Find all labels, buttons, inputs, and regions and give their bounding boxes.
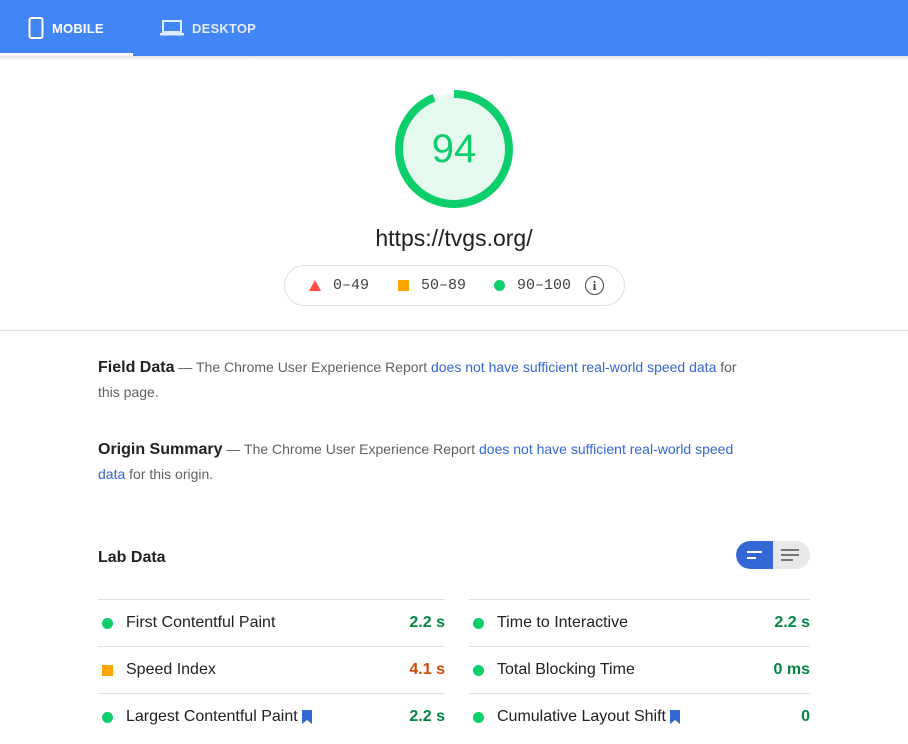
metric-view-toggle (736, 541, 810, 569)
field-data-title: Field Data (98, 359, 175, 376)
metric-name: Speed Index (126, 661, 216, 678)
fail-triangle-icon (309, 280, 321, 291)
expanded-view-button[interactable] (773, 541, 810, 569)
origin-summary-section: Origin Summary — The Chrome User Experie… (98, 437, 748, 487)
metric-value: 0 ms (773, 661, 810, 678)
legend-fail-range: 0–49 (333, 277, 370, 294)
metric-first-contentful-paint: First Contentful Paint 2.2 s (98, 599, 445, 646)
legend-average: 50–89 (398, 277, 466, 294)
metric-time-to-interactive: Time to Interactive 2.2 s (469, 599, 810, 646)
metric-name: First Contentful Paint (126, 614, 276, 631)
origin-summary-prefix: — The Chrome User Experience Report (222, 441, 479, 457)
bookmark-icon (669, 710, 680, 724)
legend-pass: 90–100 (494, 277, 571, 294)
tab-mobile-label: MOBILE (52, 20, 104, 36)
metric-status-icon (102, 711, 113, 723)
tab-desktop[interactable]: DESKTOP (160, 0, 256, 56)
bookmark-icon (301, 710, 312, 724)
section-divider (0, 330, 908, 331)
origin-summary-suffix: for this origin. (125, 466, 214, 482)
compact-view-icon (747, 551, 762, 553)
legend-pass-range: 90–100 (517, 277, 572, 294)
legend-fail: 0–49 (309, 277, 369, 294)
metric-largest-contentful-paint: Largest Contentful Paint 2.2 s (98, 693, 445, 740)
metric-name: Total Blocking Time (497, 661, 635, 678)
performance-score: 94 (431, 126, 477, 171)
metric-status-icon (102, 617, 113, 629)
field-data-link[interactable]: does not have sufficient real-world spee… (431, 359, 716, 375)
compact-view-button[interactable] (736, 541, 773, 569)
origin-summary-title: Origin Summary (98, 441, 223, 458)
expanded-view-icon (781, 549, 799, 551)
metric-name: Cumulative Layout Shift (497, 708, 666, 725)
metric-speed-index: Speed Index 4.1 s (98, 646, 445, 693)
metric-value: 2.2 s (409, 708, 445, 725)
score-scale-legend: 0–49 50–89 90–100 i (284, 265, 625, 306)
expanded-view-icon-line-2 (781, 554, 799, 556)
compact-view-icon-line (747, 557, 756, 559)
metric-status-icon (102, 664, 113, 676)
metric-name: Time to Interactive (497, 614, 629, 631)
legend-average-range: 50–89 (421, 277, 467, 294)
expanded-view-icon-line-3 (781, 559, 793, 561)
tab-desktop-label: DESKTOP (192, 20, 257, 36)
laptop-icon (160, 20, 184, 36)
tested-url: https://tvgs.org/ (375, 225, 533, 251)
tab-bar-shadow (0, 56, 908, 60)
average-square-icon (398, 280, 410, 291)
report-tab-bar: MOBILE DESKTOP (0, 0, 908, 56)
metric-cumulative-layout-shift: Cumulative Layout Shift 0 (469, 693, 810, 740)
metric-status-icon (473, 617, 484, 629)
lab-data-title: Lab Data (98, 549, 166, 566)
metric-value: 2.2 s (409, 614, 445, 631)
pass-circle-icon (494, 280, 506, 291)
tab-mobile[interactable]: MOBILE (0, 0, 133, 56)
field-data-section: Field Data — The Chrome User Experience … (98, 355, 748, 405)
metric-status-icon (473, 664, 484, 676)
metric-name: Largest Contentful Paint (126, 708, 298, 725)
metric-status-icon (473, 711, 484, 723)
metric-value: 0 (801, 708, 810, 725)
metric-value: 2.2 s (774, 614, 810, 631)
field-data-prefix: — The Chrome User Experience Report (174, 359, 431, 375)
info-icon[interactable]: i (585, 276, 605, 295)
metric-total-blocking-time: Total Blocking Time 0 ms (469, 646, 810, 693)
mobile-phone-icon (28, 17, 44, 39)
metric-value: 4.1 s (409, 661, 445, 678)
